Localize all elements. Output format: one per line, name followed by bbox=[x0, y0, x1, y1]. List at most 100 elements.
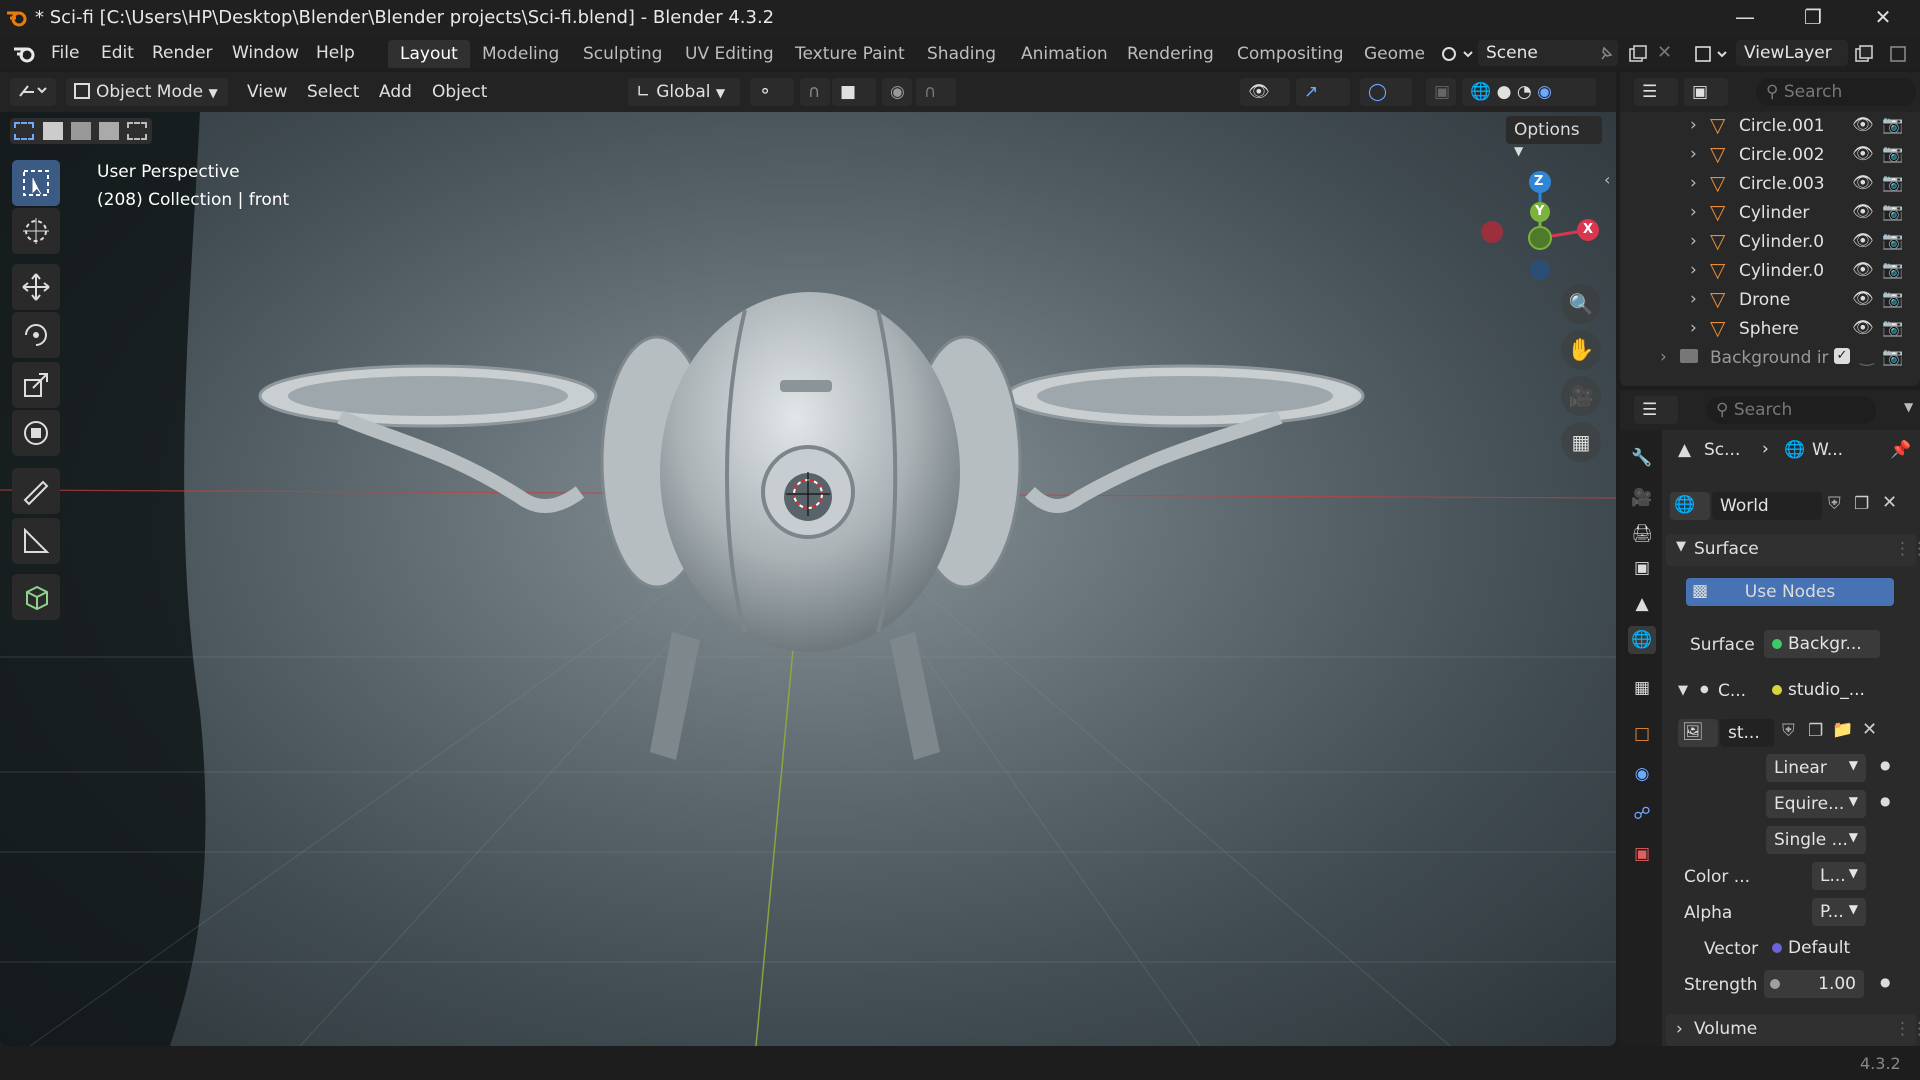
tab-layout[interactable]: Layout bbox=[388, 40, 470, 68]
tab-modeling[interactable]: Modeling bbox=[470, 40, 571, 68]
editor-type-dropdown[interactable] bbox=[10, 78, 56, 106]
menu-render[interactable]: Render bbox=[152, 43, 213, 63]
eye-hidden-icon[interactable]: ‿ bbox=[1860, 347, 1874, 367]
exclude-checkbox[interactable]: ✓ bbox=[1834, 348, 1850, 364]
properties-search-input[interactable]: ⚲ Search bbox=[1706, 396, 1876, 424]
alpha-mode-dropdown[interactable]: P... ▼ bbox=[1812, 898, 1866, 926]
eye-icon[interactable]: 👁 bbox=[1852, 173, 1874, 193]
drag-handle-icon[interactable]: ⋮⋮ bbox=[1894, 1019, 1920, 1039]
tab-physics[interactable]: ◉ bbox=[1628, 760, 1656, 788]
keyframe-dot-icon[interactable]: ● bbox=[1880, 758, 1890, 772]
maximize-button[interactable]: ❐ bbox=[1780, 0, 1846, 36]
shading-mode-buttons[interactable]: 🌐 ● ◔ ◉ bbox=[1462, 78, 1596, 106]
outliner-row-circle-002[interactable]: › ▽ Circle.002 👁 📷 bbox=[1620, 141, 1920, 170]
zoom-button[interactable]: 🔍 bbox=[1561, 284, 1601, 324]
outliner-row-background[interactable]: › Background ir ✓ ‿ 📷 bbox=[1620, 344, 1920, 373]
tab-uv-editing[interactable]: UV Editing bbox=[673, 40, 786, 68]
tab-texture[interactable]: ▣ bbox=[1628, 840, 1656, 868]
view-layer-field[interactable]: ViewLayer bbox=[1736, 40, 1848, 66]
pin-icon[interactable] bbox=[1597, 45, 1615, 63]
tool-add-cube[interactable] bbox=[12, 574, 60, 620]
camera-view-button[interactable]: 🎥 bbox=[1561, 376, 1601, 416]
eye-icon[interactable]: 👁 bbox=[1852, 231, 1874, 251]
tab-object[interactable]: □ bbox=[1628, 720, 1656, 748]
tab-geometry-nodes[interactable]: Geome bbox=[1352, 40, 1424, 68]
tab-texture-paint[interactable]: Texture Paint bbox=[783, 40, 917, 68]
eye-icon[interactable]: 👁 bbox=[1852, 144, 1874, 164]
outliner-row-cylinder[interactable]: › ▽ Cylinder 👁 📷 bbox=[1620, 199, 1920, 228]
tool-scale[interactable] bbox=[12, 362, 60, 408]
render-camera-icon[interactable]: 📷 bbox=[1882, 144, 1903, 164]
xray-toggle[interactable]: ▣ bbox=[1426, 78, 1456, 106]
menu-file[interactable]: File bbox=[51, 43, 79, 63]
menu-view[interactable]: View bbox=[247, 82, 287, 102]
tool-transform[interactable] bbox=[12, 410, 60, 456]
select-invert-icon[interactable] bbox=[99, 122, 119, 140]
outliner-row-cylinder-0b[interactable]: › ▽ Cylinder.0 👁 📷 bbox=[1620, 257, 1920, 286]
transform-orientation-dropdown[interactable]: ∟ Global ▼ bbox=[628, 78, 740, 106]
strength-input[interactable]: 1.00 bbox=[1764, 970, 1864, 998]
select-intersect-icon[interactable] bbox=[127, 122, 147, 140]
tool-cursor[interactable] bbox=[12, 208, 60, 254]
select-extend-icon[interactable] bbox=[43, 122, 63, 140]
menu-window[interactable]: Window bbox=[232, 43, 299, 63]
expand-chevron-icon[interactable]: › bbox=[1690, 144, 1697, 164]
eye-icon[interactable]: 👁 bbox=[1852, 260, 1874, 280]
chevron-down-icon[interactable]: ▼ bbox=[1904, 400, 1913, 414]
render-camera-icon[interactable]: 📷 bbox=[1882, 231, 1903, 251]
open-folder-icon[interactable]: 📁 bbox=[1832, 720, 1853, 740]
tab-constraints[interactable]: ☍ bbox=[1628, 800, 1656, 828]
duplicate-icon[interactable]: ❐ bbox=[1808, 721, 1823, 741]
material-shading-icon[interactable]: ◔ bbox=[1517, 82, 1532, 102]
ortho-toggle-button[interactable]: ▦ bbox=[1561, 422, 1601, 462]
render-camera-icon[interactable]: 📷 bbox=[1882, 347, 1903, 367]
expand-chevron-icon[interactable]: › bbox=[1690, 231, 1697, 251]
tool-select-box[interactable] bbox=[12, 160, 60, 206]
image-browse-dropdown[interactable]: 🖼 bbox=[1678, 719, 1718, 747]
falloff-dropdown[interactable]: ∩ bbox=[916, 78, 956, 106]
render-camera-icon[interactable]: 📷 bbox=[1882, 289, 1903, 309]
display-mode-dropdown[interactable]: ▣ bbox=[1684, 78, 1728, 106]
tab-rendering[interactable]: Rendering bbox=[1115, 40, 1226, 68]
render-camera-icon[interactable]: 📷 bbox=[1882, 173, 1903, 193]
snap-target-dropdown[interactable]: ■ bbox=[832, 78, 876, 106]
options-dropdown[interactable]: Options ▼ bbox=[1506, 116, 1602, 158]
close-window-button[interactable]: ✕ bbox=[1850, 0, 1916, 36]
use-nodes-button[interactable]: ▩ Use Nodes bbox=[1686, 578, 1894, 606]
interpolation-dropdown[interactable]: Linear ▼ bbox=[1766, 754, 1866, 782]
outliner-search-input[interactable]: ⚲ Search bbox=[1756, 78, 1916, 106]
tab-sculpting[interactable]: Sculpting bbox=[571, 40, 674, 68]
tab-tool[interactable]: 🔧 bbox=[1628, 444, 1656, 472]
tab-view-layer[interactable]: ▣ bbox=[1628, 554, 1656, 582]
eye-icon[interactable]: 👁 bbox=[1852, 115, 1874, 135]
pan-button[interactable]: ✋ bbox=[1561, 330, 1601, 370]
outliner-editor-type[interactable]: ☰ bbox=[1634, 78, 1678, 106]
expand-chevron-icon[interactable]: › bbox=[1690, 202, 1697, 222]
expand-chevron-icon[interactable]: › bbox=[1690, 318, 1697, 338]
pivot-point-dropdown[interactable]: ⚬ bbox=[750, 78, 794, 106]
tab-shading[interactable]: Shading bbox=[915, 40, 1008, 68]
snap-toggle[interactable]: ∩ bbox=[800, 78, 830, 106]
expand-chevron-icon[interactable]: › bbox=[1690, 289, 1697, 309]
select-subtract-icon[interactable] bbox=[71, 122, 91, 140]
3d-viewport[interactable]: User Perspective (208) Collection | fron… bbox=[0, 112, 1616, 1046]
render-camera-icon[interactable]: 📷 bbox=[1882, 115, 1903, 135]
unlink-x-icon[interactable]: ✕ bbox=[1862, 719, 1877, 740]
expand-chevron-icon[interactable]: › bbox=[1690, 260, 1697, 280]
tab-scene[interactable]: ▲ bbox=[1628, 590, 1656, 618]
render-camera-icon[interactable]: 📷 bbox=[1882, 202, 1903, 222]
source-dropdown[interactable]: Single ... ▼ bbox=[1766, 826, 1866, 854]
projection-dropdown[interactable]: Equire... ▼ bbox=[1766, 790, 1866, 818]
outliner-row-cylinder-0a[interactable]: › ▽ Cylinder.0 👁 📷 bbox=[1620, 228, 1920, 257]
fake-user-shield-icon[interactable]: ⛨ bbox=[1782, 721, 1795, 741]
object-mode-dropdown[interactable]: Object Mode ▼ bbox=[66, 78, 228, 106]
eye-icon[interactable]: 👁 bbox=[1852, 318, 1874, 338]
remove-view-layer-icon[interactable] bbox=[1888, 44, 1908, 64]
eye-icon[interactable]: 👁 bbox=[1852, 289, 1874, 309]
world-name-field[interactable]: World bbox=[1712, 492, 1822, 520]
tab-world[interactable]: 🌐 bbox=[1628, 626, 1656, 654]
pin-icon[interactable]: 📌 bbox=[1890, 440, 1911, 460]
outliner-row-circle-001[interactable]: › ▽ Circle.001 👁 📷 bbox=[1620, 112, 1920, 141]
expand-chevron-icon[interactable]: › bbox=[1660, 347, 1667, 367]
eye-icon[interactable]: 👁 bbox=[1852, 202, 1874, 222]
